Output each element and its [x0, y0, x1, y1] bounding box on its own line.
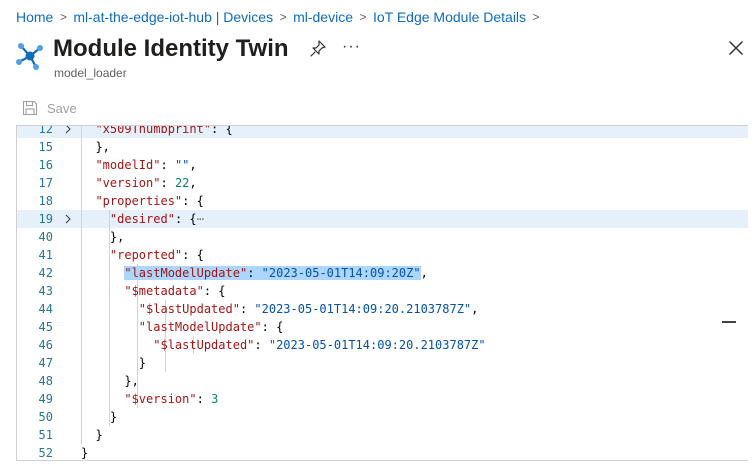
- close-icon[interactable]: [728, 40, 744, 56]
- code-text: "$lastUpdated": "2023-05-01T14:09:20.210…: [138, 302, 479, 316]
- save-icon: [22, 100, 38, 116]
- line-number: 19: [38, 212, 53, 226]
- line-number: 48: [38, 374, 53, 388]
- pin-icon[interactable]: [310, 40, 326, 58]
- code-line: 17 "version": 22,: [17, 174, 748, 192]
- code-text: "version": 22,: [95, 176, 197, 190]
- chevron-right-icon[interactable]: [63, 210, 73, 228]
- code-line: 49 "$version": 3: [17, 390, 748, 408]
- code-text: "modelId": "",: [95, 158, 197, 172]
- line-number: 49: [38, 392, 53, 406]
- code-text: },: [81, 140, 110, 154]
- code-text: "desired": {⋯: [109, 212, 204, 226]
- more-icon[interactable]: ···: [342, 38, 361, 56]
- code-line: 40 },: [17, 228, 748, 246]
- code-text: "reported": {: [109, 248, 204, 262]
- chevron-right-icon: >: [59, 10, 67, 24]
- code-text: }: [81, 410, 118, 424]
- line-number: 16: [38, 158, 53, 172]
- blade-header: Module Identity Twin model_loader ···: [12, 34, 747, 84]
- chevron-right-icon: >: [532, 10, 540, 24]
- code-text: }: [81, 428, 103, 442]
- breadcrumb-iot-hub-devices[interactable]: ml-at-the-edge-iot-hub | Devices: [73, 9, 273, 25]
- code-line: 16 "modelId": "",: [17, 156, 748, 174]
- save-button[interactable]: Save: [22, 100, 77, 116]
- code-line: 47 }: [17, 354, 748, 372]
- code-line: 42 "lastModelUpdate": "2023-05-01T14:09:…: [17, 264, 748, 282]
- line-number: 43: [38, 284, 53, 298]
- line-number: 15: [38, 140, 53, 154]
- line-number: 18: [38, 194, 53, 208]
- line-number: 47: [38, 356, 53, 370]
- line-number: 40: [38, 230, 53, 244]
- iot-hub-icon: [16, 43, 43, 70]
- code-line: 44 "$lastUpdated": "2023-05-01T14:09:20.…: [17, 300, 748, 318]
- page-title: Module Identity Twin: [53, 35, 289, 62]
- code-text: },: [81, 230, 125, 244]
- code-line: 18 "properties": {: [17, 192, 748, 210]
- code-text: "$lastUpdated": "2023-05-01T14:09:20.210…: [153, 338, 486, 352]
- line-number: 50: [38, 410, 53, 424]
- overview-ruler-marker: [722, 321, 736, 323]
- code-line: 48 },: [17, 372, 748, 390]
- code-line: 50 }: [17, 408, 748, 426]
- code-line: 15 },: [17, 138, 748, 156]
- code-line: 12 "x509Thumbprint": {: [17, 125, 748, 138]
- chevron-right-icon: >: [279, 10, 287, 24]
- breadcrumb-device[interactable]: ml-device: [293, 9, 353, 25]
- save-label: Save: [47, 100, 77, 116]
- breadcrumb-module-details[interactable]: IoT Edge Module Details: [373, 9, 526, 25]
- line-number: 46: [38, 338, 53, 352]
- code-text: "properties": {: [95, 194, 204, 208]
- code-line: 46 "$lastUpdated": "2023-05-01T14:09:20.…: [17, 336, 748, 354]
- code-line: 51 }: [17, 426, 748, 444]
- line-number: 17: [38, 176, 53, 190]
- line-number: 42: [38, 266, 53, 280]
- code-line: 52 }: [17, 444, 748, 460]
- command-bar: Save: [22, 98, 77, 118]
- line-number: 12: [38, 125, 53, 136]
- code-line: 41 "reported": {: [17, 246, 748, 264]
- code-line: 45 "lastModelUpdate": {: [17, 318, 748, 336]
- code-text: }: [81, 356, 147, 370]
- chevron-right-icon: >: [359, 10, 367, 24]
- line-number: 41: [38, 248, 53, 262]
- page-subtitle: model_loader: [54, 66, 127, 80]
- breadcrumb: Home > ml-at-the-edge-iot-hub | Devices …: [16, 8, 546, 26]
- code-text: }: [81, 446, 89, 460]
- code-text: "x509Thumbprint": {: [95, 125, 233, 136]
- breadcrumb-home[interactable]: Home: [16, 9, 53, 25]
- code-line: 19 "desired": {⋯: [17, 210, 748, 228]
- line-number: 51: [38, 428, 53, 442]
- line-number: 44: [38, 302, 53, 316]
- code-text: "$version": 3: [124, 392, 219, 406]
- chevron-right-icon[interactable]: [63, 125, 73, 138]
- code-text: "lastModelUpdate": "2023-05-01T14:09:20Z…: [124, 266, 428, 280]
- code-text: },: [81, 374, 139, 388]
- line-number: 45: [38, 320, 53, 334]
- line-number: 52: [38, 446, 53, 460]
- code-text: "$metadata": {: [124, 284, 226, 298]
- code-line: 43 "$metadata": {: [17, 282, 748, 300]
- code-text: "lastModelUpdate": {: [138, 320, 284, 334]
- json-code-editor[interactable]: 12 "x509Thumbprint": { 15 }, 16 "modelId…: [16, 125, 748, 461]
